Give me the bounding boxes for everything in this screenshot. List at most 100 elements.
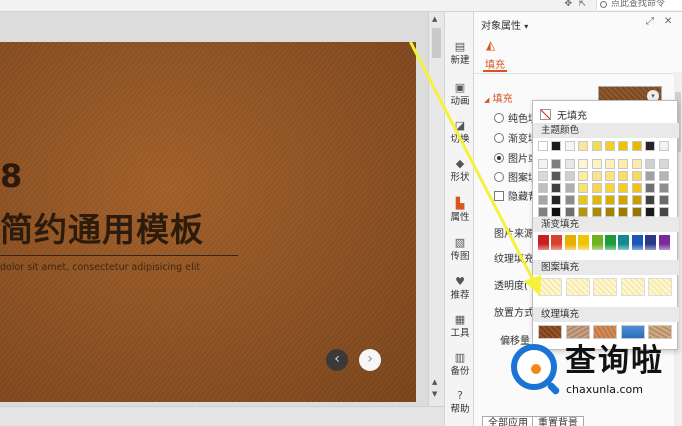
prev-slide-button[interactable]: ‹ [326, 349, 348, 371]
tab-fill[interactable]: 填充 [485, 56, 505, 71]
theme-color-swatch[interactable] [658, 183, 669, 193]
theme-color-swatch[interactable] [538, 183, 548, 193]
reset-background-button[interactable]: 重置背景 [532, 416, 584, 426]
theme-color-swatch[interactable] [645, 159, 656, 169]
slide-title[interactable]: 简约通用模板 [0, 210, 204, 250]
theme-color-swatch[interactable] [538, 195, 548, 205]
theme-color-swatch[interactable] [645, 141, 656, 151]
slide-subtitle[interactable]: dolor sit amet, consectetur adipisicing … [0, 262, 200, 273]
theme-color-swatch[interactable] [631, 159, 642, 169]
theme-color-swatch[interactable] [551, 195, 562, 205]
gradient-swatch[interactable] [605, 235, 616, 250]
section-fill-header[interactable]: ◢ 填充 [484, 90, 513, 105]
tool-property[interactable]: ▙ 属性 [445, 198, 475, 236]
theme-color-swatch[interactable] [631, 141, 642, 151]
theme-color-swatch[interactable] [564, 207, 575, 217]
gradient-swatch[interactable] [618, 235, 630, 250]
theme-color-swatch[interactable] [618, 195, 629, 205]
theme-color-swatch[interactable] [605, 171, 615, 181]
theme-color-swatch[interactable] [551, 159, 562, 169]
texture-swatch[interactable] [538, 325, 562, 339]
next-slide-button[interactable]: › [359, 349, 381, 371]
theme-color-swatch[interactable] [591, 183, 602, 193]
panel-title[interactable]: 对象属性 ▾ [481, 17, 528, 32]
gradient-swatch[interactable] [631, 235, 643, 250]
theme-color-swatch[interactable] [551, 141, 562, 151]
texture-swatch[interactable] [620, 325, 645, 339]
tool-backup[interactable]: ▥ 备份 [445, 352, 475, 390]
theme-color-swatch[interactable] [551, 183, 562, 193]
theme-color-swatch[interactable] [564, 141, 575, 151]
theme-color-swatch[interactable] [658, 171, 669, 181]
tool-animation[interactable]: ▣ 动画 [445, 82, 475, 120]
theme-color-swatch[interactable] [618, 207, 629, 217]
share-icon[interactable]: ⇱ [578, 0, 586, 9]
theme-color-swatch[interactable] [591, 207, 602, 217]
tool-tools[interactable]: ▦ 工具 [445, 314, 475, 352]
gradient-swatch[interactable] [591, 235, 603, 250]
cursor-icon[interactable]: ✥ [564, 0, 572, 9]
theme-color-swatch[interactable] [578, 207, 589, 217]
gradient-swatch[interactable] [551, 235, 563, 250]
theme-color-swatch[interactable] [658, 195, 669, 205]
pattern-swatch[interactable] [620, 278, 645, 296]
close-icon[interactable]: ✕ [664, 16, 672, 27]
slide[interactable]: 8 简约通用模板 dolor sit amet, consectetur adi… [0, 42, 416, 402]
theme-color-swatch[interactable] [605, 159, 615, 169]
command-search-input[interactable]: 点此查找命令 [596, 0, 682, 10]
scroll-up-icon[interactable]: ▲ [432, 15, 437, 23]
tool-new[interactable]: ▤ 新建 [445, 41, 475, 79]
theme-color-swatch[interactable] [578, 141, 589, 151]
pattern-swatch[interactable] [648, 278, 672, 296]
theme-color-swatch[interactable] [564, 195, 575, 205]
theme-color-swatch[interactable] [645, 171, 656, 181]
theme-color-swatch[interactable] [618, 171, 629, 181]
theme-color-swatch[interactable] [564, 159, 575, 169]
tool-upload-image[interactable]: ▧ 传图 [445, 237, 475, 275]
theme-color-swatch[interactable] [591, 171, 602, 181]
tool-recommend[interactable]: ♥ 推荐 [445, 276, 475, 314]
scrollbar-thumb[interactable] [432, 28, 441, 58]
pattern-swatch[interactable] [565, 278, 590, 296]
theme-color-swatch[interactable] [538, 141, 548, 151]
tool-shape[interactable]: ◆ 形状 [445, 158, 475, 196]
theme-color-swatch[interactable] [591, 195, 602, 205]
tool-help[interactable]: ? 帮助 [445, 390, 475, 426]
theme-color-swatch[interactable] [658, 207, 669, 217]
theme-color-swatch[interactable] [564, 171, 575, 181]
theme-color-swatch[interactable] [591, 159, 602, 169]
texture-swatch[interactable] [648, 325, 672, 339]
theme-color-swatch[interactable] [538, 171, 548, 181]
scroll-prev-page-icon[interactable]: ▲ [432, 378, 437, 386]
no-fill-option[interactable]: 无填充 [540, 107, 587, 122]
theme-color-swatch[interactable] [631, 195, 642, 205]
theme-color-swatch[interactable] [631, 171, 642, 181]
theme-color-swatch[interactable] [564, 183, 575, 193]
gradient-swatch[interactable] [578, 235, 590, 250]
theme-color-swatch[interactable] [631, 207, 642, 217]
apply-all-button[interactable]: 全部应用 [482, 416, 534, 426]
theme-color-swatch[interactable] [605, 207, 615, 217]
theme-color-swatch[interactable] [605, 195, 615, 205]
gradient-swatch[interactable] [658, 235, 670, 250]
theme-color-swatch[interactable] [605, 141, 615, 151]
theme-color-swatch[interactable] [605, 183, 615, 193]
theme-color-swatch[interactable] [578, 171, 589, 181]
theme-color-swatch[interactable] [538, 159, 548, 169]
theme-color-swatch[interactable] [618, 141, 629, 151]
theme-color-swatch[interactable] [551, 207, 562, 217]
texture-swatch[interactable] [593, 325, 617, 339]
theme-color-swatch[interactable] [551, 171, 562, 181]
tool-transition[interactable]: ◪ 切换 [445, 120, 475, 158]
theme-color-swatch[interactable] [578, 195, 589, 205]
theme-color-swatch[interactable] [578, 183, 589, 193]
theme-color-swatch[interactable] [578, 159, 589, 169]
theme-color-swatch[interactable] [645, 195, 656, 205]
theme-color-swatch[interactable] [631, 183, 642, 193]
canvas-vertical-scrollbar[interactable]: ▲ ▲ ▼ [428, 12, 444, 406]
theme-color-swatch[interactable] [591, 141, 602, 151]
scroll-next-page-icon[interactable]: ▼ [432, 390, 437, 398]
dock-icon[interactable]: ⤢ [646, 16, 654, 27]
theme-color-swatch[interactable] [658, 159, 669, 169]
texture-swatch[interactable] [565, 325, 590, 339]
